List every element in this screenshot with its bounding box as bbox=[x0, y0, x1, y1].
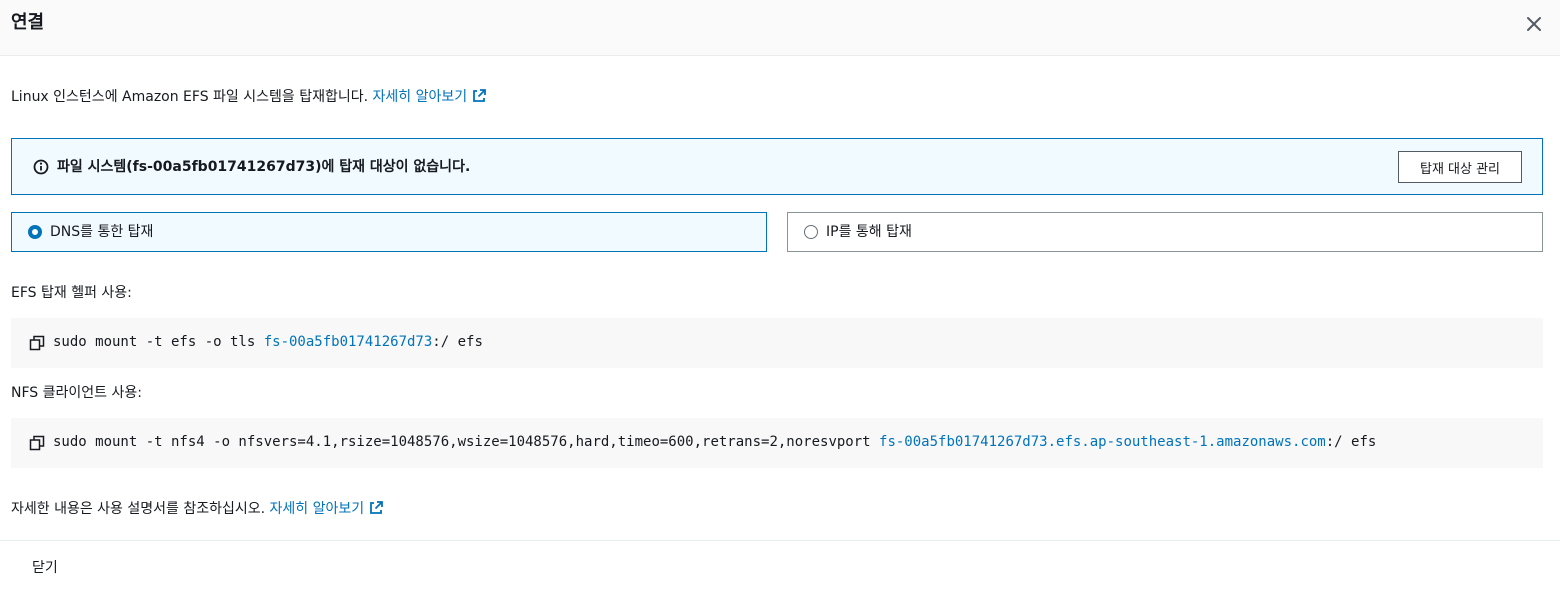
file-system-dns: fs-00a5fb01741267d73.efs.ap-southeast-1.… bbox=[879, 434, 1326, 450]
footer-learn-more-label: 자세히 알아보기 bbox=[269, 501, 365, 517]
footer-note: 자세한 내용은 사용 설명서를 참조하십시오. 자세히 알아보기 bbox=[11, 499, 384, 519]
learn-more-link[interactable]: 자세히 알아보기 bbox=[373, 89, 488, 105]
efs-helper-command: sudo mount -t efs -o tls fs-00a5fb017412… bbox=[53, 332, 483, 352]
mount-via-dns-label: DNS를 통한 탑재 bbox=[50, 224, 154, 240]
radio-selected-icon bbox=[28, 225, 42, 239]
modal-title: 연결 bbox=[11, 12, 45, 33]
info-icon bbox=[33, 159, 49, 175]
mount-via-ip-option[interactable]: IP를 통해 탑재 bbox=[787, 212, 1543, 252]
efs-helper-command-box: sudo mount -t efs -o tls fs-00a5fb017412… bbox=[11, 318, 1543, 368]
mount-via-dns-option[interactable]: DNS를 통한 탑재 bbox=[11, 212, 767, 252]
no-mount-target-alert: 파일 시스템(fs-00a5fb01741267d73)에 탑재 대상이 없습니… bbox=[11, 138, 1543, 195]
mount-via-ip-label: IP를 통해 탑재 bbox=[826, 224, 912, 240]
nfs-client-command-box: sudo mount -t nfs4 -o nfsvers=4.1,rsize=… bbox=[11, 418, 1543, 468]
manage-mount-targets-button[interactable]: 탑재 대상 관리 bbox=[1398, 151, 1522, 183]
efs-helper-label: EFS 탑재 헬퍼 사용: bbox=[11, 285, 132, 301]
radio-unselected-icon bbox=[804, 225, 818, 239]
copy-icon[interactable] bbox=[29, 335, 45, 351]
intro-description: Linux 인스턴스에 Amazon EFS 파일 시스템을 탑재합니다. bbox=[11, 89, 373, 105]
modal-header: 연결 bbox=[0, 0, 1560, 56]
nfs-client-label: NFS 클라이언트 사용: bbox=[11, 385, 142, 401]
command-text: sudo mount -t efs -o tls bbox=[53, 334, 264, 350]
file-system-id: fs-00a5fb01741267d73 bbox=[263, 334, 433, 350]
intro-text: Linux 인스턴스에 Amazon EFS 파일 시스템을 탑재합니다. 자세… bbox=[11, 87, 487, 107]
external-link-icon bbox=[368, 500, 384, 516]
learn-more-label: 자세히 알아보기 bbox=[372, 89, 468, 105]
command-suffix: :/ efs bbox=[432, 334, 483, 350]
external-link-icon bbox=[471, 88, 487, 104]
alert-message: 파일 시스템(fs-00a5fb01741267d73)에 탑재 대상이 없습니… bbox=[57, 159, 471, 175]
command-suffix: :/ efs bbox=[1325, 434, 1377, 450]
command-text: sudo mount -t nfs4 -o nfsvers=4.1,rsize=… bbox=[53, 434, 880, 450]
copy-icon[interactable] bbox=[29, 435, 45, 451]
close-icon[interactable] bbox=[1520, 10, 1548, 38]
close-button[interactable]: 닫기 bbox=[20, 556, 70, 580]
footer-learn-more-link[interactable]: 자세히 알아보기 bbox=[270, 501, 385, 517]
footer-divider bbox=[0, 540, 1560, 541]
nfs-client-command: sudo mount -t nfs4 -o nfsvers=4.1,rsize=… bbox=[53, 432, 1376, 452]
footer-note-text: 자세한 내용은 사용 설명서를 참조하십시오. bbox=[11, 501, 270, 517]
